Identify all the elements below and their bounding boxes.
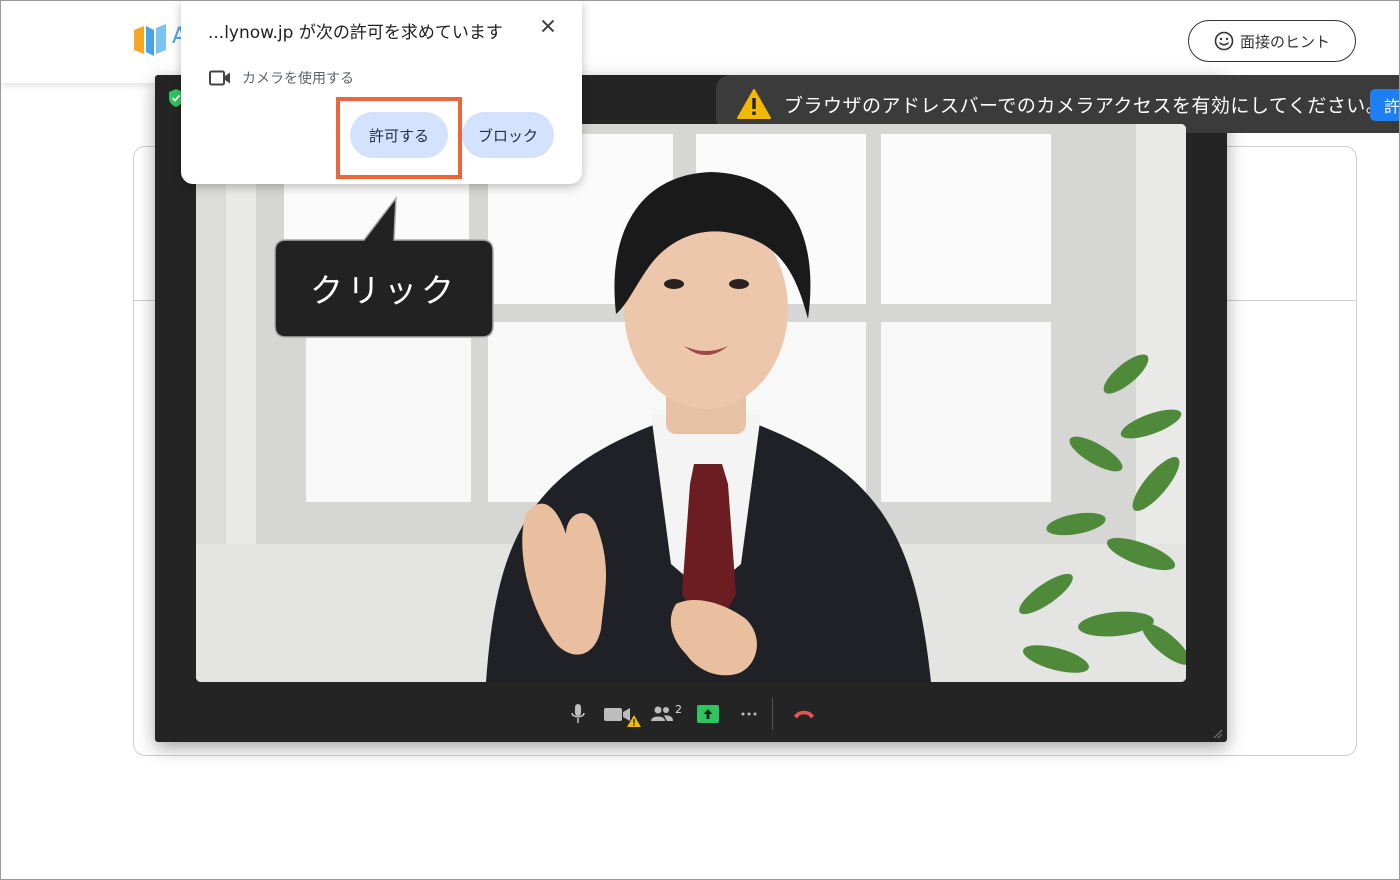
smile-icon	[1214, 31, 1234, 51]
end-call-button[interactable]	[788, 696, 820, 732]
permission-title: ...lynow.jp が次の許可を求めています	[208, 23, 503, 43]
close-button[interactable]	[536, 14, 560, 38]
end-call-icon	[794, 710, 814, 719]
brand-logo-icon[interactable]	[132, 22, 168, 58]
camera-button[interactable]	[600, 696, 644, 732]
block-button-label: ブロック	[477, 126, 538, 145]
camera-warning-message: ブラウザのアドレスバーでのカメラアクセスを有効にしてください。	[784, 94, 1386, 117]
camera-warning-icon	[604, 708, 641, 727]
block-button[interactable]: ブロック	[462, 112, 554, 158]
warning-action-label: 許	[1384, 97, 1400, 116]
video-camera-icon	[209, 70, 230, 86]
interview-hints-label: 面接のヒント	[1239, 32, 1330, 51]
close-icon	[541, 19, 555, 33]
allow-button-highlight	[336, 97, 462, 179]
participants-button[interactable]: 2	[648, 696, 684, 732]
more-horizontal-icon	[741, 712, 757, 716]
more-options-button[interactable]	[736, 696, 762, 732]
warning-action-button[interactable]: 許	[1370, 89, 1400, 121]
interview-hints-button[interactable]: 面接のヒント	[1188, 20, 1356, 62]
permission-camera-label: カメラを使用する	[242, 71, 354, 87]
warning-icon	[737, 89, 771, 119]
share-screen-button[interactable]	[694, 696, 722, 732]
controls-divider	[772, 698, 773, 730]
participants-icon	[651, 706, 673, 721]
microphone-icon	[571, 704, 585, 723]
meeting-controls: 2	[560, 696, 830, 732]
resize-grip-icon[interactable]	[1212, 728, 1224, 740]
microphone-button[interactable]	[566, 696, 590, 732]
participant-count: 2	[675, 702, 682, 716]
share-screen-icon	[697, 705, 719, 723]
click-callout-text: クリック	[310, 271, 458, 310]
